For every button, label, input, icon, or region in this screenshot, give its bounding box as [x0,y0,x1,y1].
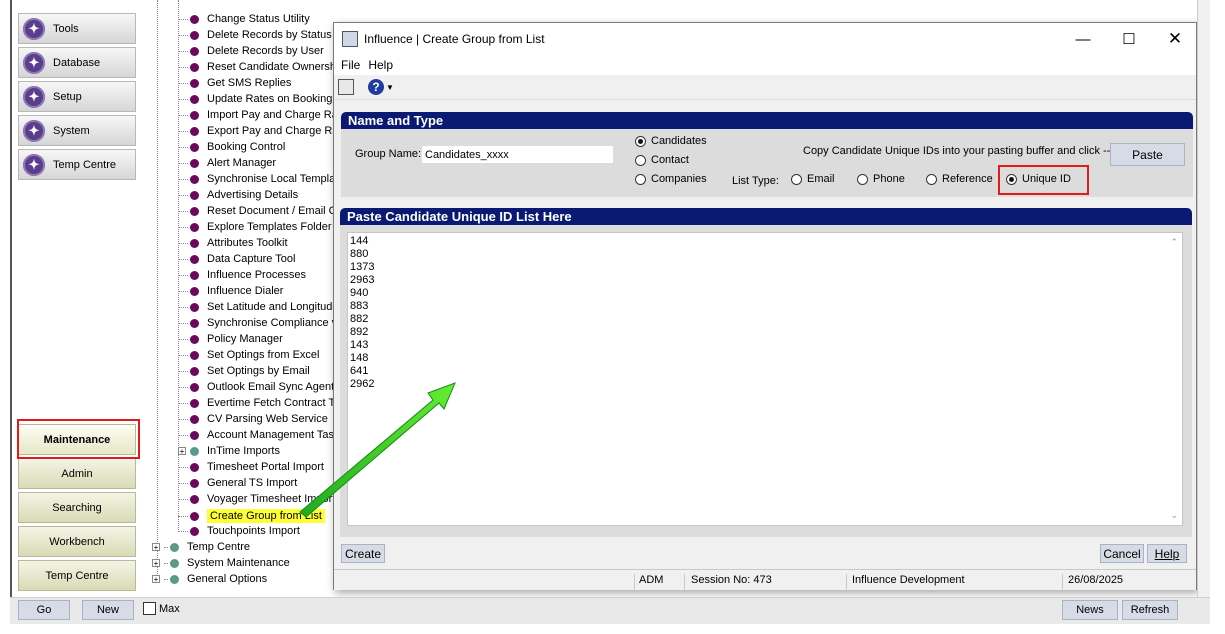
green-arrow-annotation [299,382,456,518]
arrow-shaft [299,382,456,518]
